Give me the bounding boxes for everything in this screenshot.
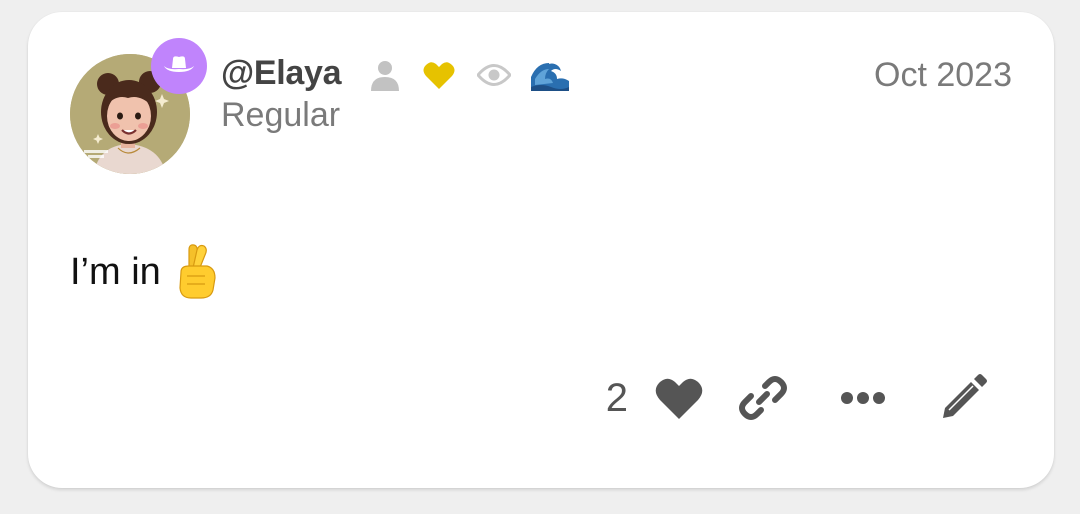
edit-icon[interactable] xyxy=(938,373,988,423)
crossed-fingers-emoji xyxy=(175,244,219,300)
post-message-text: I’m in xyxy=(70,250,161,293)
post-message: I’m in xyxy=(70,244,219,300)
eye-icon xyxy=(476,58,512,92)
heart-icon xyxy=(422,58,456,92)
link-icon[interactable] xyxy=(738,373,788,423)
heart-icon[interactable] xyxy=(654,373,704,423)
more-icon[interactable] xyxy=(838,373,888,423)
post-card: @Elaya Regular Oct 2023 I’m in 2 xyxy=(28,12,1054,488)
post-date: Oct 2023 xyxy=(874,56,1012,94)
person-icon xyxy=(370,58,400,92)
wave-emoji xyxy=(530,58,570,92)
username[interactable]: @Elaya xyxy=(221,54,342,93)
user-role: Regular xyxy=(221,96,341,134)
user-badges xyxy=(370,58,570,92)
post-actions: 2 xyxy=(606,370,988,426)
cowboy-hat-icon xyxy=(151,38,207,94)
like-count: 2 xyxy=(605,375,628,420)
